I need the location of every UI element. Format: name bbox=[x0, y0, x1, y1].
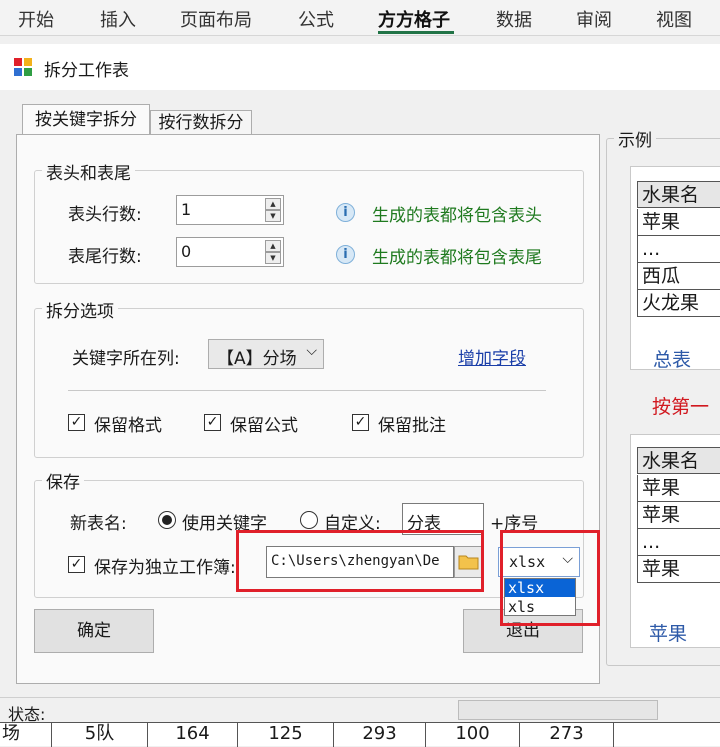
example-sheet-total: 水果名 苹果 ... 西瓜 火龙果 总表 bbox=[630, 166, 720, 371]
highlight-box-path bbox=[236, 530, 484, 592]
example-sheet-tab-apple: 苹果 bbox=[649, 623, 688, 645]
header-rows-label: 表头行数: bbox=[68, 205, 142, 225]
keep-format-checkbox[interactable]: ✓ bbox=[68, 414, 85, 431]
example-sheet-apple: 水果名 苹果 苹果 ... 苹果 苹果 bbox=[630, 434, 720, 648]
add-field-link[interactable]: 增加字段 bbox=[458, 344, 526, 369]
header-hint: 生成的表都将包含表头 bbox=[372, 206, 542, 226]
example-cell: 苹果 bbox=[637, 502, 720, 529]
example-cell: 苹果 bbox=[637, 209, 720, 236]
footer-rows-stepper[interactable]: 0 ▲ ▼ bbox=[176, 237, 284, 267]
ribbon-tab-insert[interactable]: 插入 bbox=[100, 6, 136, 32]
footer-hint: 生成的表都将包含表尾 bbox=[372, 248, 542, 268]
stepper-up-icon[interactable]: ▲ bbox=[265, 240, 281, 252]
example-sheet-tab-total: 总表 bbox=[653, 349, 692, 371]
example-cell: 西瓜 bbox=[637, 263, 720, 290]
footer-rows-label: 表尾行数: bbox=[68, 247, 142, 267]
header-rows-stepper[interactable]: 1 ▲ ▼ bbox=[176, 195, 284, 225]
sheet-grid-row: 场 5队 164 125 293 100 273 bbox=[0, 722, 720, 747]
ribbon-tab-data[interactable]: 数据 bbox=[496, 6, 532, 32]
keep-formula-label: 保留公式 bbox=[230, 416, 298, 436]
custom-name-radio[interactable] bbox=[300, 511, 318, 529]
ribbon-tabs: 开始 插入 页面布局 公式 方方格子 数据 审阅 视图 bbox=[0, 0, 720, 36]
info-icon: i bbox=[336, 245, 355, 264]
keep-comment-label: 保留批注 bbox=[378, 416, 446, 436]
grid-cell[interactable]: 293 bbox=[334, 723, 426, 747]
stepper-down-icon[interactable]: ▼ bbox=[265, 252, 281, 264]
keep-formula-checkbox[interactable]: ✓ bbox=[204, 414, 221, 431]
keep-format-label: 保留格式 bbox=[94, 416, 162, 436]
chevron-down-icon[interactable]: ⌵ bbox=[306, 343, 317, 359]
tab-split-by-keyword[interactable]: 按关键字拆分 bbox=[22, 104, 150, 136]
key-column-value[interactable]: 【A】分场 bbox=[217, 344, 297, 369]
active-tab-underline bbox=[378, 31, 454, 34]
example-cell: 水果名 bbox=[637, 447, 720, 474]
ribbon-tab-page-layout[interactable]: 页面布局 bbox=[180, 6, 252, 32]
progress-bar bbox=[458, 700, 658, 720]
use-keyword-radio[interactable] bbox=[158, 511, 176, 529]
divider bbox=[68, 390, 546, 391]
save-as-workbook-checkbox[interactable]: ✓ bbox=[68, 556, 85, 573]
example-caption: 按第一 bbox=[652, 396, 710, 418]
app-icon bbox=[14, 58, 32, 76]
new-sheet-name-label: 新表名: bbox=[70, 514, 127, 534]
highlight-box-format bbox=[500, 530, 600, 626]
ribbon-tab-view[interactable]: 视图 bbox=[656, 6, 692, 32]
example-cell: 苹果 bbox=[637, 556, 720, 583]
key-column-select[interactable]: 【A】分场 ⌵ bbox=[208, 339, 324, 369]
key-column-label: 关键字所在列: bbox=[72, 349, 180, 369]
footer-rows-value[interactable]: 0 bbox=[181, 242, 191, 261]
grid-cell[interactable]: 125 bbox=[238, 723, 334, 747]
example-cell: 水果名 bbox=[637, 181, 720, 208]
example-cell: ... bbox=[637, 236, 720, 263]
stepper-down-icon[interactable]: ▼ bbox=[265, 210, 281, 222]
keep-comment-checkbox[interactable]: ✓ bbox=[352, 414, 369, 431]
split-options-group-label: 拆分选项 bbox=[42, 297, 118, 322]
grid-cell[interactable]: 100 bbox=[426, 723, 520, 747]
example-cell: 火龙果 bbox=[637, 290, 720, 317]
save-group-label: 保存 bbox=[42, 468, 84, 493]
tab-split-by-rows[interactable]: 按行数拆分 bbox=[150, 110, 252, 135]
header-footer-group-label: 表头和表尾 bbox=[42, 159, 135, 184]
save-as-workbook-label: 保存为独立工作簿: bbox=[94, 558, 236, 578]
grid-cell[interactable]: 164 bbox=[148, 723, 238, 747]
grid-cell[interactable]: 273 bbox=[520, 723, 614, 747]
stepper-up-icon[interactable]: ▲ bbox=[265, 198, 281, 210]
ribbon-tab-formulas[interactable]: 公式 bbox=[298, 6, 334, 32]
example-cell: 苹果 bbox=[637, 475, 720, 502]
dialog-title: 拆分工作表 bbox=[44, 61, 129, 81]
status-bar: 状态: bbox=[0, 697, 720, 724]
grid-cell[interactable]: 场 bbox=[0, 723, 52, 747]
ribbon-tab-review[interactable]: 审阅 bbox=[576, 6, 612, 32]
info-icon: i bbox=[336, 203, 355, 222]
header-rows-value[interactable]: 1 bbox=[181, 200, 191, 219]
grid-cell[interactable]: 5队 bbox=[52, 723, 148, 747]
example-cell: ... bbox=[637, 529, 720, 556]
ribbon-tab-fangfang[interactable]: 方方格子 bbox=[378, 6, 450, 32]
ok-button[interactable]: 确定 bbox=[34, 609, 154, 653]
ribbon-tab-home[interactable]: 开始 bbox=[18, 6, 54, 32]
example-label: 示例 bbox=[614, 126, 656, 151]
